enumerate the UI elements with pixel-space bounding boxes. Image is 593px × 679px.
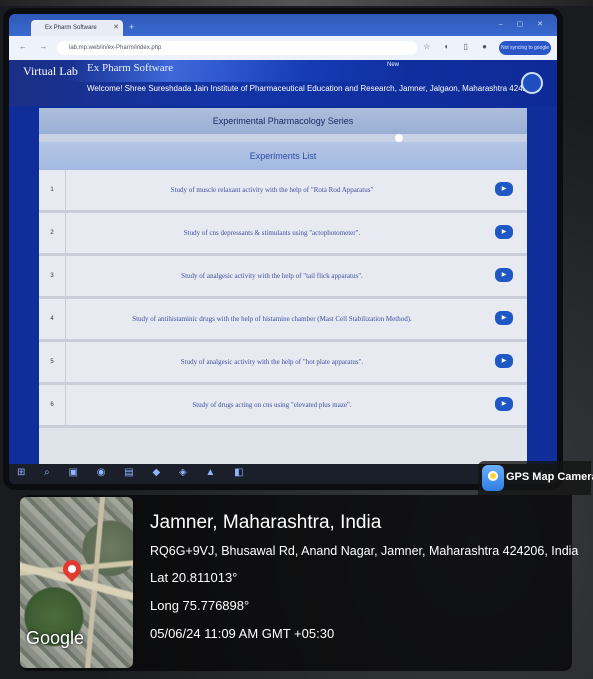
top-strip xyxy=(0,0,593,6)
row-number: 5 xyxy=(39,342,66,382)
profile-button[interactable]: Not syncing to google xyxy=(499,41,551,55)
taskbar-app-icons[interactable]: ⊞ ⌕ ▣ ◉ ▤ ◆ ◈ ▲ ◧ xyxy=(17,467,252,478)
experiment-row[interactable]: 2 Study of cns depressants & stimulants … xyxy=(39,213,527,256)
row-number: 2 xyxy=(39,213,66,253)
series-title: Experimental Pharmacology Series xyxy=(39,108,527,134)
url-field[interactable]: lab.mp.web/in/ex-Pharm/index.php xyxy=(57,41,417,55)
experiment-row[interactable]: 4 Study of antihistaminic drugs with the… xyxy=(39,299,527,342)
gps-camera-badge: GPS Map Camera xyxy=(478,461,593,495)
experiment-row[interactable]: 1 Study of muscle relaxant activity with… xyxy=(39,170,527,213)
play-circle-icon[interactable]: ▶ xyxy=(495,268,513,282)
tab-close-icon[interactable]: ✕ xyxy=(113,20,119,36)
os-taskbar: ⊞ ⌕ ▣ ◉ ▤ ◆ ◈ ▲ ◧ ^ ▭ xyxy=(9,464,557,484)
play-circle-icon[interactable]: ▶ xyxy=(495,311,513,325)
lab-brand[interactable]: Virtual Lab xyxy=(23,64,78,79)
app-name: Ex Pharm Software xyxy=(87,62,174,74)
experiment-row[interactable]: 5 Study of analgesic activity with the h… xyxy=(39,342,527,385)
map-logo: Google xyxy=(26,628,85,648)
browser-tab[interactable]: Ex Pharm Software ✕ xyxy=(31,20,123,36)
new-tab-icon[interactable]: + xyxy=(129,22,134,32)
address-bar: ← → ↻ lab.mp.web/in/ex-Pharm/index.php ☆… xyxy=(9,36,557,60)
row-number: 1 xyxy=(39,170,66,210)
experiment-row[interactable]: 3 Study of analgesic activity with the h… xyxy=(39,256,527,299)
welcome-text: Welcome! Shree Sureshdada Jain Institute… xyxy=(87,84,539,93)
laptop-screen: Ex Pharm Software ✕ + – ▢ ✕ ← → ↻ lab.mp… xyxy=(9,14,557,484)
timestamp: 05/06/24 11:09 AM GMT +05:30 xyxy=(150,626,335,641)
play-circle-icon[interactable]: ▶ xyxy=(495,182,513,196)
play-circle-icon[interactable]: ▶ xyxy=(495,225,513,239)
play-circle-icon[interactable]: ▶ xyxy=(495,397,513,411)
row-number: 3 xyxy=(39,256,66,296)
photo-background: Ex Pharm Software ✕ + – ▢ ✕ ← → ↻ lab.mp… xyxy=(0,0,593,679)
row-number: 6 xyxy=(39,385,66,425)
experiment-title[interactable]: Study of muscle relaxant activity with t… xyxy=(71,170,473,210)
user-label: New xyxy=(387,62,400,68)
experiment-title[interactable]: Study of analgesic activity with the hel… xyxy=(71,256,473,296)
experiment-title[interactable]: Study of analgesic activity with the hel… xyxy=(71,342,473,382)
browser-tab-bar: Ex Pharm Software ✕ + – ▢ ✕ xyxy=(9,14,557,36)
latitude: Lat 20.811013° xyxy=(150,570,238,585)
panel-divider xyxy=(39,134,527,142)
list-title: Experiments List xyxy=(39,142,527,170)
experiments-panel: Experimental Pharmacology Series Experim… xyxy=(39,108,527,484)
user-avatar[interactable] xyxy=(521,72,543,94)
extension-icons[interactable]: ☆ ◐ ▯ ● xyxy=(423,42,493,51)
row-number: 4 xyxy=(39,299,66,339)
experiment-title[interactable]: Study of drugs acting on cns using "elev… xyxy=(71,385,473,425)
lab-header: Virtual Lab Ex Pharm Software New Welcom… xyxy=(9,60,557,106)
play-circle-icon[interactable]: ▶ xyxy=(495,354,513,368)
location-title: Jamner, Maharashtra, India xyxy=(150,512,382,533)
gps-app-name: GPS Map Camera xyxy=(506,471,593,483)
experiment-title[interactable]: Study of antihistaminic drugs with the h… xyxy=(71,299,473,339)
longitude: Long 75.776898° xyxy=(150,598,250,613)
tab-title: Ex Pharm Software xyxy=(45,25,97,31)
location-address: RQ6G+9VJ, Bhusawal Rd, Anand Nagar, Jamn… xyxy=(150,544,579,558)
experiment-title[interactable]: Study of cns depressants & stimulants us… xyxy=(71,213,473,253)
gps-camera-icon xyxy=(482,465,504,491)
experiment-row[interactable]: 6 Study of drugs acting on cns using "el… xyxy=(39,385,527,428)
window-controls-icon[interactable]: – ▢ ✕ xyxy=(499,20,549,28)
